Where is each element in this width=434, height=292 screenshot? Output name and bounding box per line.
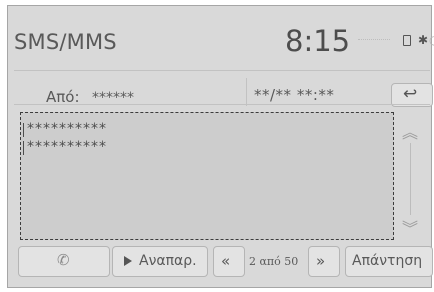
previous-message-button[interactable]: « xyxy=(213,246,245,277)
call-button[interactable]: ✆ xyxy=(18,246,110,277)
message-line: ********** xyxy=(27,121,107,137)
reply-button[interactable]: Απάντηση xyxy=(345,246,433,277)
date-time-value: **/** **:** xyxy=(254,86,335,104)
wifi-icon: ◔ xyxy=(429,33,434,47)
header-divider xyxy=(14,70,430,71)
play-button[interactable]: Αναπαρ. xyxy=(112,246,208,277)
message-line: ********** xyxy=(27,139,107,155)
scroll-up-icon[interactable]: ︽ xyxy=(402,119,418,143)
chevron-left-double-icon: « xyxy=(221,252,231,270)
next-message-button[interactable]: » xyxy=(308,246,340,277)
info-divider xyxy=(14,104,430,105)
text-cursor xyxy=(23,141,24,155)
clock: 8:15 xyxy=(285,24,351,58)
scroll-down-icon[interactable]: ︾ xyxy=(402,215,418,239)
sim-icon xyxy=(403,35,411,46)
status-bar: ✱ ◔ xyxy=(358,31,434,49)
reply-label: Απάντηση xyxy=(352,253,423,269)
field-divider xyxy=(246,78,247,106)
back-icon: ↩ xyxy=(403,84,418,104)
text-cursor xyxy=(23,123,24,137)
sms-screen: SMS/MMS 8:15 ✱ ◔ Από: ****** **/** **:**… xyxy=(7,5,434,288)
play-label: Αναπαρ. xyxy=(139,253,197,269)
message-body[interactable]: ********** ********** xyxy=(20,112,394,240)
scrollbar-track[interactable] xyxy=(410,143,411,215)
signal-dots xyxy=(358,39,390,43)
play-icon xyxy=(124,256,132,266)
bluetooth-icon: ✱ xyxy=(418,33,429,47)
screen-title: SMS/MMS xyxy=(14,30,117,54)
page-indicator: 2 από 50 xyxy=(249,255,299,268)
chevron-right-double-icon: » xyxy=(316,252,326,270)
phone-icon: ✆ xyxy=(57,251,70,269)
